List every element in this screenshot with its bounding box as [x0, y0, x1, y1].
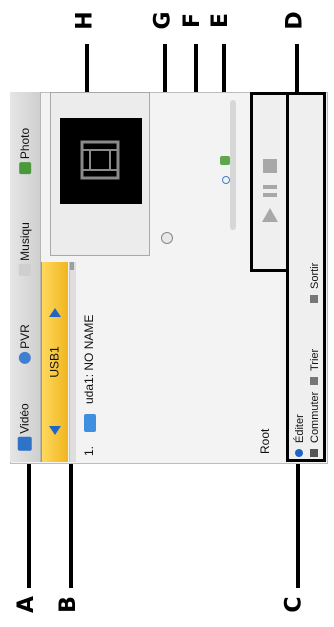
pointer-line-a	[27, 462, 31, 588]
film-thumbnail	[60, 118, 142, 204]
hint-edit-label: Éditer	[294, 414, 306, 443]
callout-d: D	[282, 11, 308, 30]
callout-f: F	[180, 12, 206, 29]
sort-button-icon	[310, 377, 318, 385]
usb-drive-icon	[84, 414, 96, 432]
tab-label: Musiqu	[18, 222, 32, 261]
tab-video[interactable]: Vidéo	[10, 392, 40, 462]
info-icon	[161, 232, 173, 244]
tab-music[interactable]: Musiqu	[10, 204, 40, 294]
photo-icon	[19, 162, 32, 175]
hint-bar: Éditer Commuter Trier Sortir	[286, 92, 326, 462]
tab-pvr[interactable]: PVR	[10, 304, 40, 384]
pointer-line-c	[296, 462, 300, 588]
usb-device-selector[interactable]: USB1	[41, 262, 68, 462]
callout-e: E	[208, 12, 234, 29]
callout-h: H	[72, 11, 98, 30]
playback-controls	[250, 92, 290, 272]
callout-c: C	[281, 596, 307, 613]
blue-button-icon	[295, 449, 303, 457]
callout-a: A	[14, 595, 40, 614]
usb-label: USB1	[48, 346, 63, 378]
tab-label: Vidéo	[18, 403, 33, 434]
swap-button-icon	[310, 449, 318, 457]
hint-switch-label: Commuter	[309, 391, 321, 443]
list-item-index: 1.	[82, 445, 96, 456]
pointer-line-h	[85, 44, 89, 98]
list-scrollbar-thumb[interactable]	[70, 262, 74, 270]
stop-icon[interactable]	[263, 159, 277, 173]
film-icon	[80, 140, 120, 180]
callout-g: G	[150, 11, 176, 30]
progress-bar	[230, 100, 236, 230]
pointer-line-b	[69, 462, 73, 588]
connection-icon	[222, 176, 230, 184]
pvr-icon	[19, 351, 31, 364]
tab-label: Photo	[18, 127, 33, 160]
list-item-name: uda1: NO NAME	[82, 314, 96, 404]
hint-sort-label: Trier	[309, 348, 321, 371]
folder-icon	[220, 156, 230, 165]
root-label: Root	[258, 428, 272, 454]
music-icon	[19, 263, 31, 276]
video-icon	[18, 436, 33, 451]
category-tab-bar: Vidéo PVR Musiqu Photo	[10, 92, 41, 462]
pause-icon[interactable]	[263, 185, 277, 199]
arrow-down-icon[interactable]	[49, 426, 61, 435]
tab-photo[interactable]: Photo	[10, 106, 40, 196]
callout-b: B	[55, 596, 81, 613]
play-icon[interactable]	[262, 208, 278, 222]
list-scrollbar[interactable]	[69, 262, 76, 462]
hint-exit-label: Sortir	[309, 262, 321, 289]
pointer-line-d	[295, 44, 299, 92]
tab-label: PVR	[18, 324, 32, 349]
exit-button-icon	[310, 295, 318, 303]
